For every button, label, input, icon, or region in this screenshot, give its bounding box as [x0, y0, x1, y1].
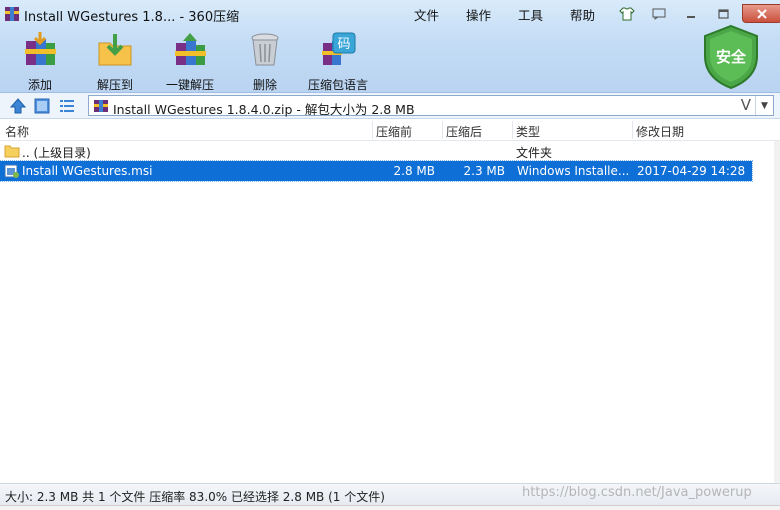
menu-help[interactable]: 帮助: [570, 5, 614, 24]
security-shield-icon[interactable]: 安全: [702, 24, 760, 90]
app-archive-icon: [5, 7, 19, 21]
delete-button[interactable]: 删除: [230, 31, 300, 93]
large-icons-view-icon[interactable]: [33, 97, 51, 115]
window-title: Install WGestures 1.8... - 360压缩: [24, 10, 240, 25]
minimize-button[interactable]: [678, 4, 704, 23]
one-click-extract-button[interactable]: 一键解压: [155, 31, 225, 93]
file-size-before: 2.8 MB: [393, 164, 435, 178]
menu-bar: 文件 操作 工具 帮助: [414, 5, 614, 24]
trash-can-icon: [251, 33, 279, 66]
toolbar: 添加 解压到 一键解压 删除 码 压缩包语言: [0, 28, 700, 93]
title-bar: Install WGestures 1.8... - 360压缩 文件 操作 工…: [0, 0, 780, 28]
extract-to-button[interactable]: 解压到: [80, 31, 150, 93]
underlying-window-strip: [0, 505, 780, 510]
file-modified: 2017-04-29 14:28: [637, 164, 746, 178]
column-name[interactable]: 名称: [5, 123, 29, 140]
add-button[interactable]: 添加: [5, 31, 75, 93]
column-header-row: 名称 压缩前 压缩后 类型 修改日期: [0, 119, 780, 141]
column-modified[interactable]: 修改日期: [636, 123, 684, 140]
vertical-scrollbar[interactable]: [774, 141, 780, 483]
status-text: 大小: 2.3 MB 共 1 个文件 压缩率 83.0% 已经选择 2.8 MB…: [5, 490, 385, 504]
svg-text:码: 码: [337, 37, 350, 52]
address-row: Install WGestures 1.8.4.0.zip - 解包大小为 2.…: [0, 93, 780, 119]
one-click-extract-label: 一键解压: [165, 78, 214, 92]
delete-label: 删除: [252, 78, 277, 92]
list-item-parent-folder[interactable]: .. (上级目录) 文件夹: [0, 141, 752, 161]
window-controls: [614, 4, 780, 23]
file-type: Windows Installe...: [517, 164, 630, 178]
file-name: .. (上级目录): [22, 146, 91, 160]
menu-tools[interactable]: 工具: [518, 5, 570, 24]
file-size-after: 2.3 MB: [463, 164, 505, 178]
column-divider[interactable]: [512, 121, 513, 139]
column-compressed-before[interactable]: 压缩前: [376, 123, 412, 140]
feedback-message-icon[interactable]: [646, 4, 672, 23]
add-label: 添加: [27, 78, 52, 92]
title-and-toolbar-area: Install WGestures 1.8... - 360压缩 文件 操作 工…: [0, 0, 780, 93]
archive-language-label: 压缩包语言: [307, 78, 368, 92]
column-divider[interactable]: [372, 121, 373, 139]
close-button[interactable]: [742, 4, 780, 23]
details-view-icon[interactable]: [58, 97, 76, 115]
extract-to-icon: [98, 34, 132, 66]
file-list: .. (上级目录) 文件夹 Install WGestures.msi 2.8 …: [0, 141, 780, 483]
one-click-extract-icon: [175, 33, 206, 65]
column-type[interactable]: 类型: [516, 123, 540, 140]
folder-icon: [4, 145, 20, 158]
file-name: Install WGestures.msi: [22, 164, 153, 178]
msi-installer-icon: [4, 164, 19, 178]
column-divider[interactable]: [442, 121, 443, 139]
menu-file[interactable]: 文件: [414, 5, 466, 24]
menu-actions[interactable]: 操作: [466, 5, 518, 24]
address-path: Install WGestures 1.8.4.0.zip - 解包大小为 2.…: [113, 102, 415, 117]
column-divider[interactable]: [632, 121, 633, 139]
chevron-down-icon[interactable]: ▼: [755, 96, 773, 115]
address-v-button[interactable]: V: [741, 96, 751, 114]
file-type: 文件夹: [516, 146, 553, 160]
zip-archive-icon: [94, 100, 108, 112]
column-compressed-after[interactable]: 压缩后: [446, 123, 482, 140]
security-badge-text: 安全: [716, 48, 747, 66]
extract-to-label: 解压到: [96, 78, 133, 92]
maximize-button[interactable]: [710, 4, 736, 23]
skin-shirt-icon[interactable]: [614, 4, 640, 23]
address-bar[interactable]: Install WGestures 1.8.4.0.zip - 解包大小为 2.…: [88, 95, 774, 117]
add-books-icon: [25, 32, 56, 65]
watermark-text: https://blog.csdn.net/Java_powerup: [522, 485, 752, 500]
up-arrow-icon[interactable]: [9, 97, 27, 115]
archive-language-button[interactable]: 码 压缩包语言: [303, 31, 373, 93]
list-item-msi[interactable]: Install WGestures.msi 2.8 MB 2.3 MB Wind…: [0, 160, 753, 182]
archive-language-icon: 码: [322, 32, 356, 65]
